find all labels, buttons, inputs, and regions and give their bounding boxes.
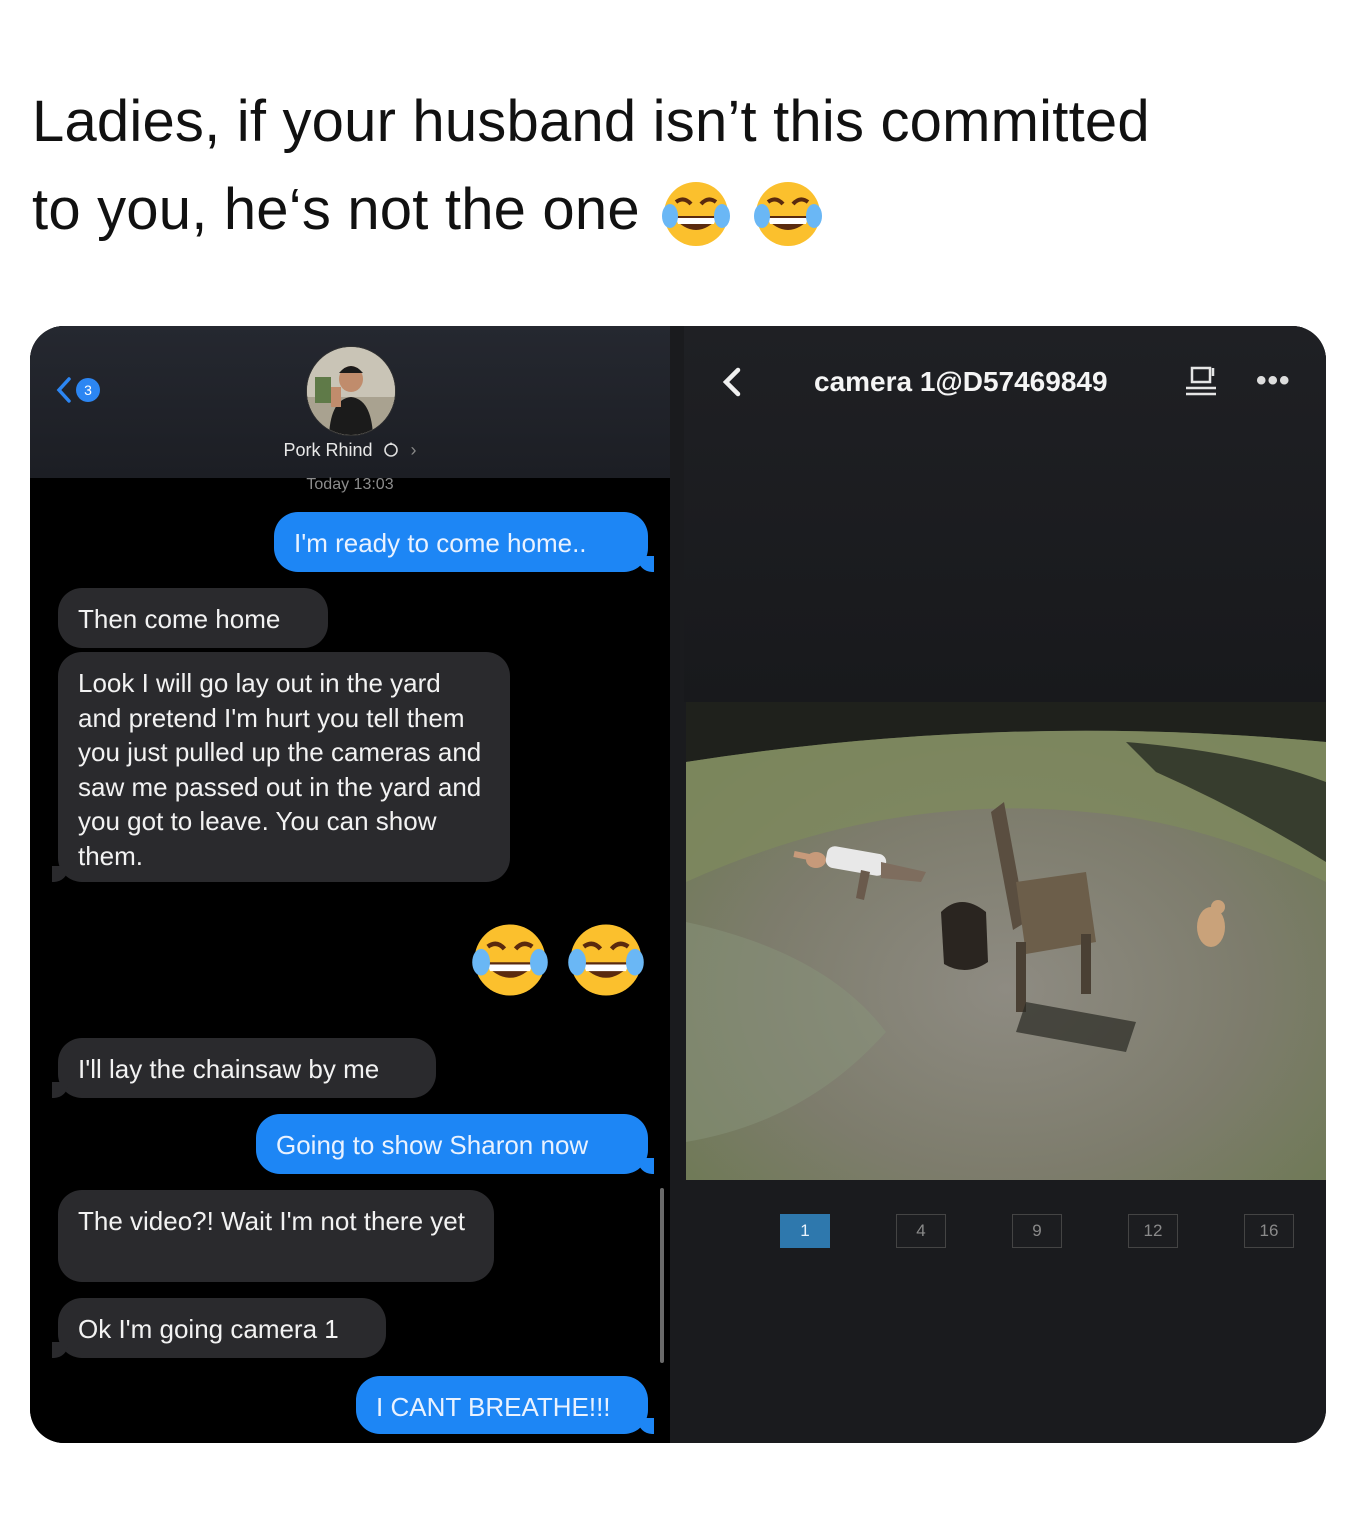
- message-bubble-outgoing: I'm ready to come home..: [274, 512, 654, 572]
- message-text: Going to show Sharon now: [276, 1130, 589, 1160]
- message-bubble-incoming: I'll lay the chainsaw by me: [52, 1038, 436, 1098]
- camera-feed[interactable]: [686, 702, 1326, 1180]
- screen-icon[interactable]: [1184, 364, 1218, 400]
- yard-image: [686, 702, 1326, 1180]
- contact-name: Pork Rhind: [283, 440, 373, 460]
- chevron-left-icon: [56, 377, 71, 403]
- grid-option-1[interactable]: 1: [780, 1214, 830, 1248]
- message-bubble-incoming: Look I will go lay out in the yard and p…: [52, 652, 510, 882]
- more-icon[interactable]: •••: [1256, 364, 1291, 398]
- message-bubble-incoming: The video?! Wait I'm not there yet: [58, 1190, 494, 1282]
- message-text: I'm ready to come home..: [294, 528, 587, 558]
- message-text: Look I will go lay out in the yard and p…: [78, 668, 482, 871]
- caption-line-1: Ladies, if your husband isn’t this commi…: [32, 89, 1150, 154]
- camera-screen: camera 1@D57469849 ••• 1 4 9 12 16: [670, 326, 1326, 1443]
- unread-badge: 3: [76, 378, 100, 402]
- grid-selector: 1 4 9 12 16: [686, 1214, 1326, 1254]
- grid-option-4[interactable]: 4: [896, 1214, 946, 1248]
- message-timestamp: Today 13:03: [306, 476, 394, 493]
- message-bubble-outgoing: Going to show Sharon now: [256, 1114, 654, 1174]
- grid-option-9[interactable]: 9: [1012, 1214, 1062, 1248]
- grid-option-16[interactable]: 16: [1244, 1214, 1294, 1248]
- back-button[interactable]: 3: [54, 376, 100, 404]
- message-bubble-incoming: Then come home: [58, 588, 328, 648]
- camera-title: camera 1@D57469849: [814, 366, 1108, 397]
- scrollbar[interactable]: [660, 1188, 664, 1363]
- contact-emoji-icon: [383, 442, 398, 457]
- laughing-emoji-icon: [472, 924, 548, 996]
- messages-screen: 3 Pork Rhind › Today 13:03 I'm ready to …: [30, 326, 670, 1443]
- conversation-header: 3 Pork Rhind ›: [30, 326, 670, 478]
- message-text: Ok I'm going camera 1: [78, 1314, 339, 1344]
- caption-line-2-text: to you, he‘s not the one: [32, 177, 640, 242]
- back-chevron-icon[interactable]: [718, 364, 744, 400]
- message-text: Then come home: [78, 604, 281, 634]
- camera-header: camera 1@D57469849 •••: [684, 326, 1326, 702]
- message-bubble-incoming: Ok I'm going camera 1: [52, 1298, 386, 1358]
- chevron-right-icon: ›: [410, 440, 417, 460]
- message-bubble-outgoing: I CANT BREATHE!!!: [356, 1376, 654, 1434]
- message-text: The video?! Wait I'm not there yet: [78, 1206, 465, 1236]
- laughing-emoji-icon: [754, 181, 823, 246]
- avatar[interactable]: [306, 346, 396, 436]
- post-caption: Ladies, if your husband isn’t this commi…: [32, 78, 1332, 254]
- contact-name-row[interactable]: Pork Rhind ›: [30, 440, 670, 461]
- caption-line-2: to you, he‘s not the one: [32, 166, 1332, 254]
- laughing-emoji-icon: [662, 181, 731, 246]
- laughing-emoji-icon: [568, 924, 644, 996]
- grid-option-12[interactable]: 12: [1128, 1214, 1178, 1248]
- emoji-message: [470, 920, 646, 1000]
- contact-photo: [307, 347, 395, 435]
- message-text: I CANT BREATHE!!!: [376, 1392, 611, 1422]
- message-text: I'll lay the chainsaw by me: [78, 1054, 380, 1084]
- screenshot-card: 3 Pork Rhind › Today 13:03 I'm ready to …: [30, 326, 1326, 1443]
